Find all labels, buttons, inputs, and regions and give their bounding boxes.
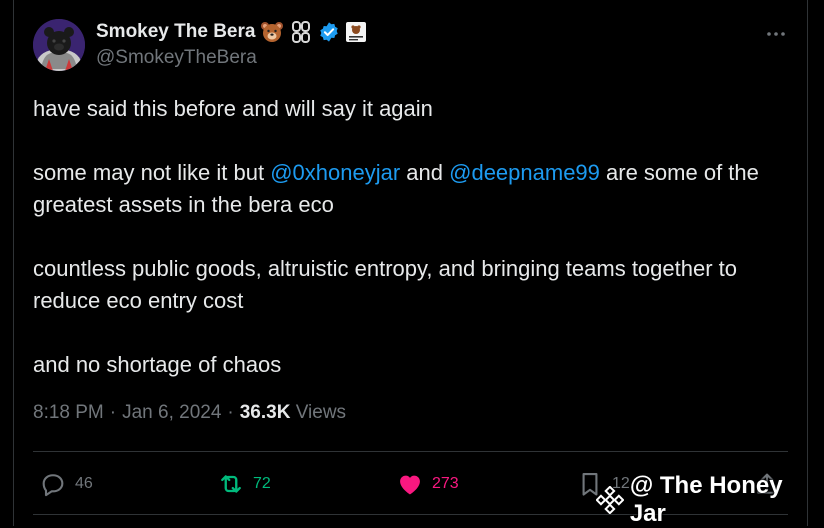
mention-link-0xhoneyjar[interactable]: @0xhoneyjar <box>270 160 400 185</box>
repost-icon <box>221 475 241 493</box>
reply-icon <box>42 474 64 497</box>
mention-link-deepname99[interactable]: @deepname99 <box>449 160 600 185</box>
tweet-paragraph: have said this before and will say it ag… <box>33 93 783 125</box>
bear-face-icon <box>261 22 284 42</box>
tweet-line: countless public goods, altruistic entro… <box>33 256 737 313</box>
meta-separator: · <box>109 402 117 423</box>
heart-filled-icon <box>400 475 420 495</box>
views-count[interactable]: 36.3K <box>240 402 291 423</box>
tweet-line: and no shortage of chaos <box>33 352 282 377</box>
reply-count: 46 <box>75 475 93 492</box>
like-count: 273 <box>432 475 459 492</box>
tweet-date[interactable]: Jan 6, 2024 <box>122 402 221 424</box>
watermark-text: @ The Honey Jar <box>629 472 783 527</box>
flag-icon[interactable] <box>345 21 367 43</box>
tweet-line: some may not like it but <box>33 160 271 185</box>
author-avatar[interactable] <box>33 19 85 71</box>
tweet-time[interactable]: 8:18 PM <box>33 402 104 424</box>
divider <box>33 451 788 452</box>
repost-button[interactable]: 72 <box>217 466 271 502</box>
meta-separator: · <box>227 402 234 423</box>
tweet-line: and <box>400 160 450 185</box>
tweet-meta: 8:18 PM · Jan 6, 2024 · 36.3K Views <box>33 402 346 424</box>
author-handle[interactable]: @SmokeyTheBera <box>96 47 257 69</box>
tweet-paragraph: countless public goods, altruistic entro… <box>33 253 783 317</box>
like-button[interactable]: 273 <box>396 466 459 502</box>
tweet-paragraph: and no shortage of chaos <box>33 349 783 381</box>
tweet-line: have said this before and will say it ag… <box>33 96 433 121</box>
views-label: Views <box>295 402 347 423</box>
binance-watermark: @ The Honey Jar <box>596 472 824 527</box>
binance-logo-icon <box>596 486 624 514</box>
repost-count: 72 <box>253 475 271 492</box>
tweet-paragraph: some may not like it but @0xhoneyjar and… <box>33 157 783 221</box>
author-name-row: Smokey The Bera <box>96 19 367 45</box>
tweet-text: have said this before and will say it ag… <box>33 93 783 413</box>
verified-badge-icon[interactable] <box>318 21 340 43</box>
reply-button[interactable]: 46 <box>39 466 93 502</box>
more-options-button[interactable] <box>762 22 790 42</box>
more-dots-icon <box>767 32 785 36</box>
chain-icon <box>292 21 311 43</box>
bear-hoodie-avatar-icon <box>33 19 85 71</box>
author-display-name[interactable]: Smokey The Bera <box>96 21 255 43</box>
